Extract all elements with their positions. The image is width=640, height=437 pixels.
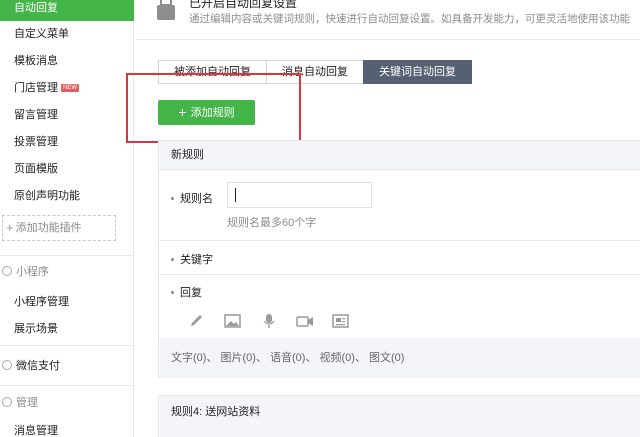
- sidebar-group-miniprogram: 小程序: [0, 259, 49, 286]
- sidebar-item-miniprogram-manage[interactable]: 小程序管理: [0, 289, 134, 316]
- pencil-icon[interactable]: [187, 313, 207, 329]
- divider: [159, 240, 640, 241]
- divider: [135, 39, 640, 40]
- tab-keyword-reply[interactable]: 关键词自动回复: [363, 60, 472, 84]
- sidebar-item-vote-manage[interactable]: 投票管理: [0, 129, 134, 156]
- manage-icon: [2, 397, 12, 407]
- panel-title: 新规则: [159, 141, 640, 170]
- rule-name-input[interactable]: [227, 182, 372, 208]
- sidebar-item-template-message[interactable]: 模板消息: [0, 48, 134, 75]
- plus-icon: +: [6, 220, 14, 235]
- highlight-annotation: [126, 73, 301, 143]
- sidebar-item-auto-reply[interactable]: 自动回复: [0, 0, 134, 21]
- video-icon[interactable]: [295, 313, 315, 329]
- keyword-label: 关键字: [171, 251, 213, 267]
- main-content: 已开启自动回复设置 通过编辑内容或关键词规则，快速进行自动回复设置。如具备开发能…: [126, 0, 640, 437]
- lock-icon: [157, 0, 175, 22]
- news-icon[interactable]: [331, 313, 351, 329]
- reply-toolbar: [187, 313, 367, 329]
- image-icon[interactable]: [223, 313, 243, 329]
- banner-description: 通过编辑内容或关键词规则，快速进行自动回复设置。如具备开发能力，可更灵活地使用该…: [189, 13, 630, 25]
- reply-label: 回复: [171, 284, 202, 300]
- divider: [159, 274, 640, 275]
- add-plugin-button[interactable]: + 添加功能插件: [2, 215, 116, 241]
- sidebar-item-original-declaration[interactable]: 原创声明功能: [0, 183, 134, 210]
- sidebar-item-message-manage[interactable]: 消息管理: [0, 418, 134, 437]
- rule-list-item[interactable]: 规则4: 送网站资料: [158, 395, 640, 437]
- text-caret: [235, 188, 236, 202]
- divider: [0, 345, 134, 346]
- sidebar-item-page-template[interactable]: 页面模版: [0, 156, 134, 183]
- reply-counts: 文字(0)、 图片(0)、 语音(0)、 视频(0)、 图文(0): [159, 338, 640, 378]
- auto-reply-banner: 已开启自动回复设置 通过编辑内容或关键词规则，快速进行自动回复设置。如具备开发能…: [135, 0, 640, 40]
- sidebar-item-label: 门店管理: [14, 82, 58, 94]
- sidebar: 自动回复 自定义菜单 模板消息 门店管理 NEW 留言管理 投票管理 页面模版 原…: [0, 0, 134, 437]
- sidebar-group-manage: 管理: [0, 390, 38, 417]
- divider: [0, 385, 134, 386]
- sidebar-item-wechat-pay[interactable]: 微信支付: [0, 353, 60, 380]
- miniprogram-icon: [2, 266, 12, 276]
- banner-title: 已开启自动回复设置: [189, 0, 298, 10]
- microphone-icon[interactable]: [259, 313, 279, 329]
- sidebar-item-comment-manage[interactable]: 留言管理: [0, 102, 134, 129]
- sidebar-item-store-manage[interactable]: 门店管理 NEW: [0, 75, 134, 102]
- sidebar-item-custom-menu[interactable]: 自定义菜单: [0, 21, 134, 48]
- rule-name-label: 规则名: [171, 190, 213, 206]
- rule-name-hint: 规则名最多60个字: [227, 217, 317, 229]
- new-rule-panel: 新规则 规则名 规则名最多60个字 关键字 回复 文字(0)、 图片(0)、 语…: [158, 140, 640, 378]
- add-plugin-label: 添加功能插件: [15, 222, 82, 234]
- pay-icon: [2, 360, 12, 370]
- divider: [0, 255, 134, 256]
- sidebar-item-display-scene[interactable]: 展示场景: [0, 316, 134, 343]
- new-badge: NEW: [61, 84, 79, 92]
